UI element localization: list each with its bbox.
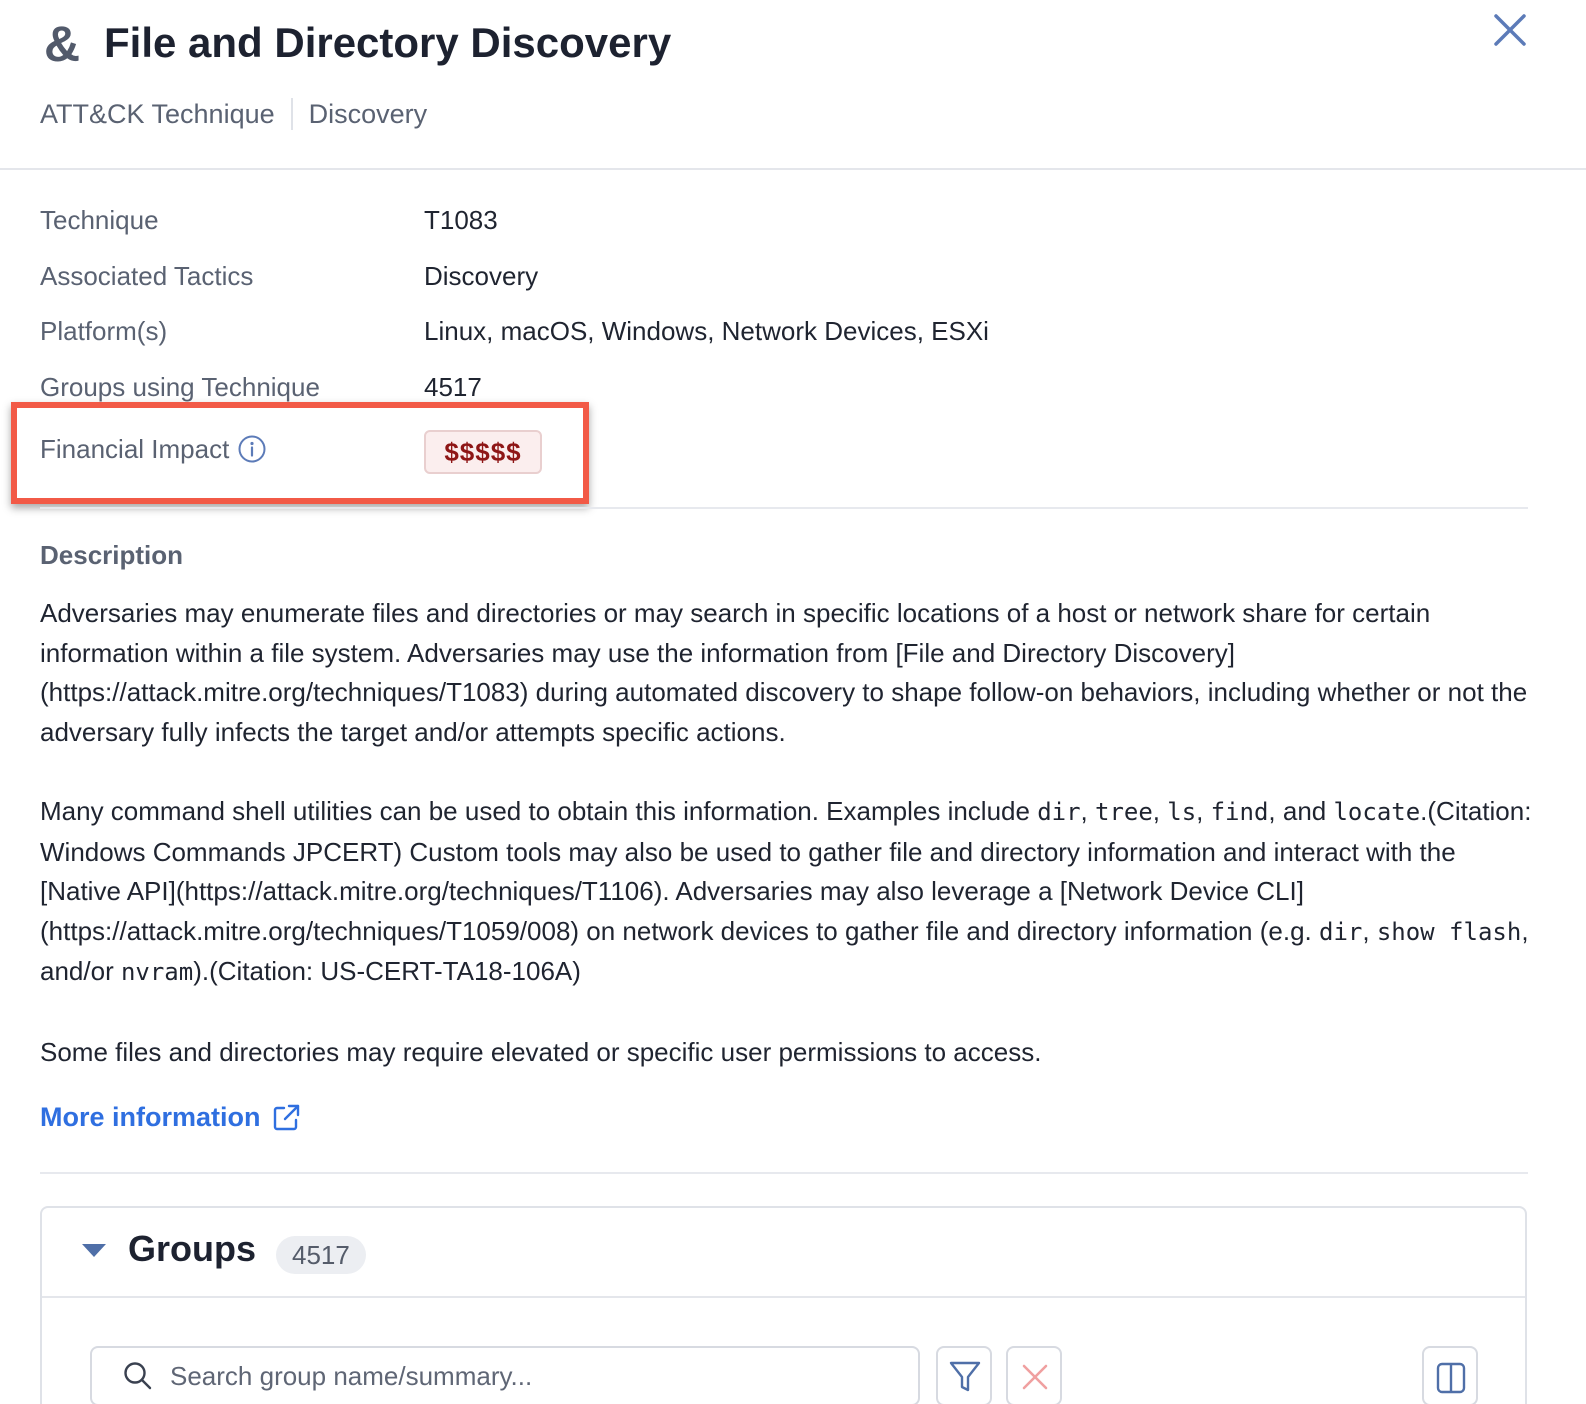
- page-title: File and Directory Discovery: [104, 19, 672, 66]
- search-icon: [124, 1362, 152, 1390]
- columns-icon: [1436, 1362, 1466, 1394]
- groups-panel: Groups 4517: [40, 1206, 1527, 1404]
- search-input[interactable]: [170, 1354, 890, 1398]
- filter-button[interactable]: [936, 1346, 992, 1404]
- clear-filter-icon: [1022, 1364, 1048, 1390]
- code-snippet: nvram: [120, 958, 194, 987]
- description-paragraph: Adversaries may enumerate files and dire…: [40, 598, 1528, 747]
- clear-filter-button[interactable]: [1006, 1346, 1062, 1404]
- code-snippet: dir: [1319, 917, 1363, 946]
- info-icon[interactable]: [237, 434, 267, 464]
- filter-icon: [949, 1361, 981, 1392]
- property-value: 4517: [424, 372, 482, 402]
- breadcrumb-separator: [290, 98, 293, 130]
- detail-header: & File and Directory Discovery ATT&CK Te…: [0, 0, 1586, 170]
- description-paragraph: Some files and directories may require e…: [40, 1036, 1042, 1067]
- more-information-label: More information: [40, 1102, 261, 1132]
- groups-header[interactable]: Groups 4517: [42, 1208, 1525, 1298]
- code-snippet: tree: [1095, 797, 1153, 826]
- code-snippet: dir: [1037, 797, 1081, 826]
- description-body: Adversaries may enumerate files and dire…: [40, 594, 1540, 1112]
- external-link-icon: [273, 1104, 299, 1130]
- group-search[interactable]: [90, 1346, 920, 1404]
- groups-title: Groups: [128, 1228, 257, 1269]
- financial-impact-label: Financial Impact: [40, 434, 230, 464]
- code-snippet: ls: [1167, 797, 1197, 826]
- property-label: Technique: [40, 205, 159, 235]
- property-label: Groups using Technique: [40, 372, 320, 402]
- close-icon: [1494, 14, 1526, 46]
- close-button[interactable]: [1490, 10, 1530, 50]
- financial-impact-badge: $$$$$: [424, 430, 542, 474]
- description-paragraph: Many command shell utilities can be used…: [40, 795, 1532, 987]
- code-snippet: show flash: [1376, 917, 1522, 946]
- code-snippet: locate: [1333, 797, 1421, 826]
- property-label: Platform(s): [40, 316, 168, 346]
- ampersand-icon: &: [44, 16, 81, 72]
- divider: [40, 507, 1528, 509]
- breadcrumb: ATT&CK Technique Discovery: [40, 98, 427, 130]
- more-information-link[interactable]: More information: [40, 1102, 301, 1133]
- breadcrumb-type: ATT&CK Technique: [40, 98, 275, 129]
- property-label: Associated Tactics: [40, 261, 254, 291]
- property-value: Discovery: [424, 261, 539, 291]
- groups-count-badge: 4517: [276, 1236, 366, 1274]
- divider: [40, 1172, 1528, 1174]
- breadcrumb-tactic: Discovery: [308, 98, 428, 129]
- property-value: T1083: [424, 205, 498, 235]
- collapse-caret-icon[interactable]: [82, 1244, 106, 1257]
- columns-button[interactable]: [1422, 1346, 1478, 1404]
- description-heading: Description: [40, 540, 184, 570]
- property-label: Financial Impact: [40, 429, 267, 469]
- property-value: Linux, macOS, Windows, Network Devices, …: [424, 316, 989, 346]
- code-snippet: find: [1210, 797, 1269, 826]
